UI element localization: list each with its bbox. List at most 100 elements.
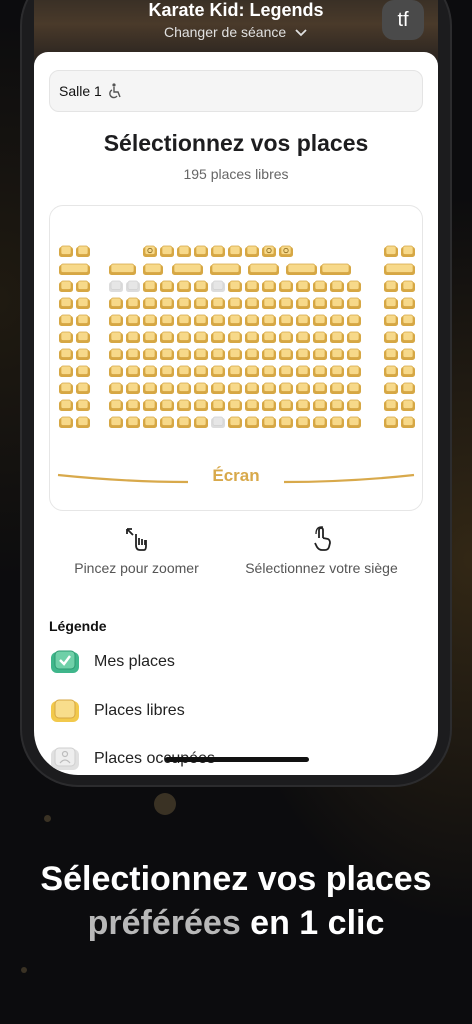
seat-grid[interactable] [50,206,422,446]
seat-free[interactable] [211,297,225,309]
seat-free[interactable] [126,365,140,377]
seat-free[interactable] [194,331,208,343]
seat-free[interactable] [279,314,293,326]
seat-free[interactable] [347,416,361,428]
seat-free[interactable] [330,416,344,428]
seat-free[interactable] [384,365,398,377]
seat-free[interactable] [320,263,351,275]
seat-free[interactable] [211,348,225,360]
seat-free[interactable] [160,382,174,394]
seat-free[interactable] [194,348,208,360]
seat-free[interactable] [211,399,225,411]
seat-free[interactable] [126,348,140,360]
seat-free[interactable] [160,348,174,360]
seat-free[interactable] [194,314,208,326]
seat-free[interactable] [59,331,73,343]
seat-free[interactable] [262,416,276,428]
seat-free[interactable] [296,399,310,411]
seat-free[interactable] [330,382,344,394]
seat-free[interactable] [330,365,344,377]
seat-free[interactable] [347,382,361,394]
seat-free[interactable] [384,263,415,275]
seat-free[interactable] [262,297,276,309]
seat-free[interactable] [245,365,259,377]
seat-free[interactable] [59,348,73,360]
seat-free[interactable] [126,297,140,309]
seat-free[interactable] [109,263,136,275]
seat-wheelchair[interactable] [262,245,276,257]
seat-free[interactable] [245,399,259,411]
seat-free[interactable] [262,314,276,326]
seat-free[interactable] [160,280,174,292]
seat-free[interactable] [109,297,123,309]
seat-free[interactable] [143,348,157,360]
seat-free[interactable] [384,399,398,411]
seat-free[interactable] [160,297,174,309]
seat-free[interactable] [143,297,157,309]
seat-free[interactable] [160,365,174,377]
seat-free[interactable] [109,399,123,411]
seat-free[interactable] [211,314,225,326]
seat-free[interactable] [384,348,398,360]
seat-free[interactable] [109,314,123,326]
seat-free[interactable] [228,399,242,411]
seat-free[interactable] [279,297,293,309]
seat-free[interactable] [296,348,310,360]
seat-free[interactable] [330,297,344,309]
seat-free[interactable] [59,382,73,394]
seat-free[interactable] [59,416,73,428]
seat-free[interactable] [384,280,398,292]
seat-free[interactable] [194,280,208,292]
seat-free[interactable] [109,382,123,394]
seat-free[interactable] [76,245,90,257]
seat-free[interactable] [177,331,191,343]
seat-free[interactable] [245,348,259,360]
seat-free[interactable] [143,314,157,326]
seat-free[interactable] [313,280,327,292]
seat-free[interactable] [286,263,317,275]
seat-free[interactable] [59,314,73,326]
seat-wheelchair[interactable] [143,245,157,257]
seat-free[interactable] [313,382,327,394]
seat-free[interactable] [210,263,241,275]
seat-free[interactable] [76,297,90,309]
seat-free[interactable] [177,382,191,394]
seat-free[interactable] [401,399,415,411]
seat-free[interactable] [143,365,157,377]
seat-free[interactable] [59,365,73,377]
seat-free[interactable] [384,331,398,343]
seat-free[interactable] [279,348,293,360]
seat-free[interactable] [177,314,191,326]
seat-free[interactable] [248,263,279,275]
seat-free[interactable] [296,297,310,309]
seat-free[interactable] [347,365,361,377]
change-session-button[interactable]: Changer de séance [34,24,438,40]
seat-wheelchair[interactable] [279,245,293,257]
seat-free[interactable] [296,416,310,428]
seat-free[interactable] [330,280,344,292]
seat-free[interactable] [401,297,415,309]
seat-free[interactable] [279,365,293,377]
seat-free[interactable] [401,331,415,343]
seat-free[interactable] [126,416,140,428]
seat-free[interactable] [177,416,191,428]
seat-free[interactable] [245,297,259,309]
seat-free[interactable] [347,314,361,326]
seat-free[interactable] [143,399,157,411]
seat-free[interactable] [296,331,310,343]
seat-free[interactable] [228,382,242,394]
seat-free[interactable] [143,263,163,275]
seat-free[interactable] [228,416,242,428]
seat-free[interactable] [279,382,293,394]
seat-free[interactable] [245,416,259,428]
seat-free[interactable] [296,365,310,377]
seat-free[interactable] [76,280,90,292]
seat-free[interactable] [279,399,293,411]
seat-free[interactable] [194,382,208,394]
seat-free[interactable] [228,365,242,377]
seat-free[interactable] [194,416,208,428]
seat-free[interactable] [59,297,73,309]
seat-free[interactable] [143,280,157,292]
seat-free[interactable] [160,399,174,411]
seat-free[interactable] [59,245,73,257]
